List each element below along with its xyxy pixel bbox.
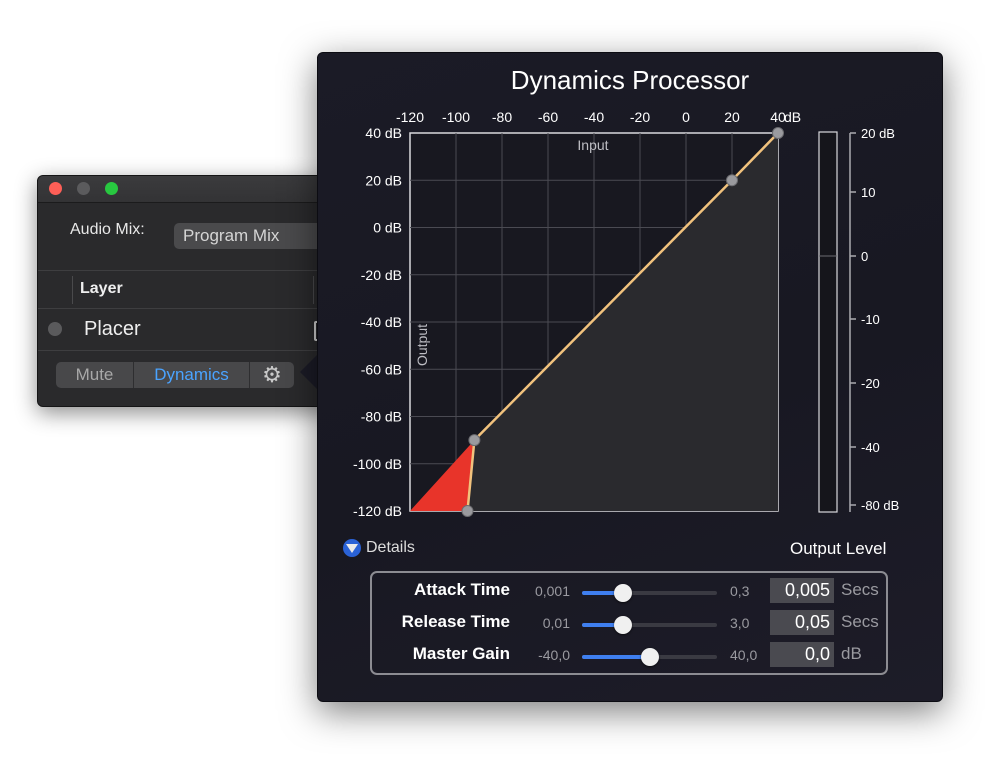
- details-label: Details: [366, 539, 415, 556]
- zoom-button[interactable]: [105, 182, 118, 195]
- param-max: 0,3: [730, 583, 750, 599]
- slider-knob[interactable]: [613, 584, 632, 602]
- x-tick-label: 20: [724, 109, 740, 125]
- param-unit: Secs: [841, 580, 879, 599]
- meter-tick-label: 10: [861, 185, 875, 200]
- output-axis-label: Output: [414, 324, 430, 366]
- y-tick-label: -40 dB: [361, 314, 402, 330]
- y-tick-label: 0 dB: [373, 220, 402, 236]
- disclosure-triangle-icon[interactable]: [343, 539, 361, 557]
- column-separator: [72, 276, 73, 304]
- meter-tick-label: 20 dB: [861, 126, 895, 141]
- attack-time-row: Attack Time 0,001 0,3 0,005 Secs: [372, 578, 890, 606]
- release-time-row: Release Time 0,01 3,0 0,05 Secs: [372, 610, 890, 638]
- audio-mix-label: Audio Mix:: [70, 221, 145, 238]
- divider: [38, 308, 338, 309]
- param-label: Release Time: [401, 612, 510, 631]
- y-tick-label: -80 dB: [361, 409, 402, 425]
- param-max: 40,0: [730, 647, 758, 663]
- x-unit-label: dB: [784, 109, 801, 125]
- layer-column-header[interactable]: Layer: [80, 280, 123, 298]
- meter-tick-label: -10: [861, 312, 880, 327]
- curve-handle[interactable]: [726, 174, 738, 187]
- param-min: 0,001: [534, 583, 570, 599]
- master-gain-row: Master Gain -40,0 40,0 0,0 dB: [372, 642, 890, 670]
- y-tick-label: 20 dB: [365, 172, 402, 188]
- y-tick-label: 40 dB: [365, 125, 402, 141]
- minimize-button[interactable]: [77, 182, 90, 195]
- mute-button[interactable]: Mute: [56, 362, 134, 388]
- y-tick-label: -120 dB: [353, 503, 402, 519]
- y-tick-label: -20 dB: [361, 267, 402, 283]
- input-axis-label: Input: [577, 137, 608, 153]
- release-time-slider[interactable]: [582, 616, 717, 634]
- column-separator: [313, 276, 314, 304]
- param-unit: Secs: [841, 612, 879, 631]
- x-tick-label: -100: [442, 109, 470, 125]
- audio-mix-popup[interactable]: Program Mix: [174, 223, 338, 249]
- divider: [38, 270, 338, 271]
- layer-window: Audio Mix: Program Mix Layer Placer Mute…: [37, 175, 339, 407]
- dynamics-graph: -120 -100 -80 -60 -40 -20 0 20 40 dB 40 dB20 dB0…: [353, 109, 899, 519]
- param-label: Attack Time: [413, 580, 510, 599]
- output-level-label: Output Level: [790, 539, 887, 558]
- master-gain-field[interactable]: 0,0: [770, 642, 834, 667]
- divider: [38, 350, 338, 351]
- slider-knob[interactable]: [640, 648, 659, 666]
- x-tick-label: -60: [538, 109, 558, 125]
- layer-status-dot[interactable]: [48, 322, 62, 336]
- release-time-field[interactable]: 0,05: [770, 610, 834, 635]
- parameters-panel: Attack Time 0,001 0,3 0,005 Secs Release…: [370, 571, 888, 675]
- title-bar: [38, 176, 338, 203]
- meter-tick-label: -80 dB: [861, 498, 899, 513]
- meter-tick-label: 0: [861, 249, 868, 264]
- curve-handle[interactable]: [468, 434, 481, 447]
- dynamics-button[interactable]: Dynamics: [134, 362, 250, 388]
- curve-handle[interactable]: [772, 127, 784, 139]
- details-disclosure[interactable]: Details: [343, 539, 415, 557]
- param-max: 3,0: [730, 615, 750, 631]
- param-min: 0,01: [542, 615, 570, 631]
- x-tick-label: -40: [584, 109, 604, 125]
- attack-time-slider[interactable]: [582, 584, 717, 602]
- curve-handle[interactable]: [461, 505, 474, 517]
- meter-tick-label: -40: [861, 440, 880, 455]
- slider-knob[interactable]: [613, 616, 632, 634]
- popover-arrow: [300, 354, 318, 390]
- attack-time-field[interactable]: 0,005: [770, 578, 834, 603]
- audio-segmented-control: Mute Dynamics ⚙: [56, 362, 294, 388]
- dynamics-popover: Dynamics Processor -120 -100 -80 -60 -40 -20 0…: [317, 52, 943, 702]
- param-min: -40,0: [538, 647, 570, 663]
- y-tick-label: -100 dB: [353, 456, 402, 472]
- master-gain-slider[interactable]: [582, 648, 717, 666]
- x-tick-label: 0: [682, 109, 690, 125]
- layer-name[interactable]: Placer: [84, 318, 141, 341]
- meter-tick-label: -20: [861, 376, 880, 391]
- close-button[interactable]: [49, 182, 62, 195]
- audio-mix-row: Audio Mix:: [70, 221, 145, 239]
- x-tick-label: -120: [396, 109, 424, 125]
- param-unit: dB: [841, 644, 862, 663]
- output-level-meter: [818, 131, 838, 513]
- y-tick-label: -60 dB: [361, 361, 402, 377]
- param-label: Master Gain: [412, 644, 510, 663]
- x-tick-label: -20: [630, 109, 650, 125]
- x-tick-label: -80: [492, 109, 512, 125]
- gear-icon[interactable]: ⚙: [250, 362, 294, 388]
